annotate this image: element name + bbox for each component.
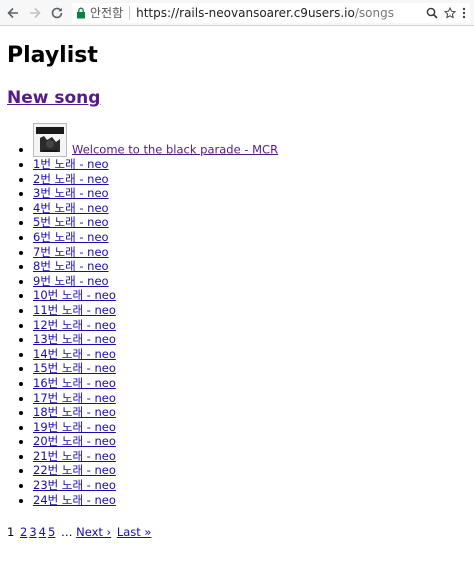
pagination: 1 2345 … Next › Last »: [7, 525, 467, 539]
song-list-item: 4번 노래 - neo: [33, 201, 467, 216]
song-link[interactable]: 18번 노래 - neo: [33, 405, 116, 419]
song-list-item: 1번 노래 - neo: [33, 157, 467, 172]
song-link[interactable]: 12번 노래 - neo: [33, 318, 116, 332]
back-button[interactable]: [2, 2, 24, 24]
song-link[interactable]: 22번 노래 - neo: [33, 463, 116, 477]
song-list-item: 11번 노래 - neo: [33, 303, 467, 318]
song-list-item: 20번 노래 - neo: [33, 434, 467, 449]
song-link[interactable]: 19번 노래 - neo: [33, 420, 116, 434]
forward-button[interactable]: [24, 2, 46, 24]
song-link[interactable]: 6번 노래 - neo: [33, 230, 109, 244]
song-list-item: 15번 노래 - neo: [33, 361, 467, 376]
bookmark-star-icon[interactable]: [444, 6, 456, 19]
pagination-gap: …: [60, 525, 73, 540]
song-list-item: 13번 노래 - neo: [33, 332, 467, 347]
lock-icon: [77, 7, 85, 18]
album-art-image: [33, 123, 67, 157]
pagination-next-link[interactable]: Next ›: [76, 525, 111, 539]
song-list-item: 19번 노래 - neo: [33, 420, 467, 435]
song-list-item: 6번 노래 - neo: [33, 230, 467, 245]
address-bar[interactable]: 안전함 https://rails-neovansoarer.c9users.i…: [72, 2, 470, 23]
pagination-page-link[interactable]: 2: [20, 525, 27, 539]
page-title: Playlist: [7, 43, 98, 68]
song-link[interactable]: 20번 노래 - neo: [33, 434, 116, 448]
song-list-item: 18번 노래 - neo: [33, 405, 467, 420]
song-link[interactable]: 11번 노래 - neo: [33, 303, 116, 317]
forward-arrow-icon: [30, 7, 41, 18]
song-list-item: 24번 노래 - neo: [33, 493, 467, 508]
new-song-heading: New song: [7, 87, 467, 109]
song-link[interactable]: 16번 노래 - neo: [33, 376, 116, 390]
song-list-item: 17번 노래 - neo: [33, 391, 467, 406]
zoom-search-icon[interactable]: [426, 7, 438, 19]
featured-song-item: Welcome to the black parade - MCR: [33, 123, 467, 157]
song-list-item: 8번 노래 - neo: [33, 259, 467, 274]
song-list: Welcome to the black parade - MCR 1번 노래 …: [7, 123, 467, 507]
back-arrow-icon: [7, 7, 18, 18]
song-link[interactable]: 4번 노래 - neo: [33, 201, 109, 215]
album-art-graphic: [34, 124, 66, 156]
reload-icon: [51, 7, 63, 18]
new-song-link[interactable]: New song: [7, 88, 100, 108]
song-list-item: 10번 노래 - neo: [33, 288, 467, 303]
url-text: https://rails-neovansoarer.c9users.io/so…: [136, 6, 394, 20]
song-list-item: 3번 노래 - neo: [33, 186, 467, 201]
pagination-page-link[interactable]: 4: [39, 525, 46, 539]
menu-kebab-icon[interactable]: [462, 7, 466, 19]
song-list-item: 21번 노래 - neo: [33, 449, 467, 464]
song-link[interactable]: 21번 노래 - neo: [33, 449, 116, 463]
browser-toolbar: 안전함 https://rails-neovansoarer.c9users.i…: [0, 0, 474, 26]
song-list-item: 7번 노래 - neo: [33, 245, 467, 260]
song-list-item: 14번 노래 - neo: [33, 347, 467, 362]
song-link[interactable]: 14번 노래 - neo: [33, 347, 116, 361]
pagination-current-page: 1: [7, 525, 15, 540]
pagination-last-link[interactable]: Last »: [117, 525, 152, 539]
song-link[interactable]: 7번 노래 - neo: [33, 245, 109, 259]
song-link[interactable]: 24번 노래 - neo: [33, 493, 116, 507]
song-list-item: 22번 노래 - neo: [33, 463, 467, 478]
song-link[interactable]: 3번 노래 - neo: [33, 186, 109, 200]
song-list-item: 9번 노래 - neo: [33, 274, 467, 289]
url-path: /songs: [354, 5, 394, 20]
song-link[interactable]: 23번 노래 - neo: [33, 478, 116, 492]
song-link[interactable]: 15번 노래 - neo: [33, 361, 116, 375]
featured-song-link[interactable]: Welcome to the black parade - MCR: [72, 142, 278, 156]
address-separator: [129, 5, 131, 20]
secure-label: 안전함: [90, 6, 124, 20]
page-content: Playlist New song Welcome to the black p…: [0, 43, 474, 539]
song-list-item: 2번 노래 - neo: [33, 172, 467, 187]
song-link[interactable]: 1번 노래 - neo: [33, 157, 109, 171]
song-list-item: 16번 노래 - neo: [33, 376, 467, 391]
url-host: https://rails-neovansoarer.c9users.io: [136, 5, 355, 20]
song-link[interactable]: 5번 노래 - neo: [33, 215, 109, 229]
reload-button[interactable]: [46, 2, 68, 24]
song-link[interactable]: 9번 노래 - neo: [33, 274, 109, 288]
song-link[interactable]: 2번 노래 - neo: [33, 172, 109, 186]
song-list-item: 5번 노래 - neo: [33, 215, 467, 230]
pagination-page-link[interactable]: 3: [29, 525, 36, 539]
song-link[interactable]: 17번 노래 - neo: [33, 391, 116, 405]
song-list-item: 12번 노래 - neo: [33, 318, 467, 333]
song-link[interactable]: 8번 노래 - neo: [33, 259, 109, 273]
song-link[interactable]: 13번 노래 - neo: [33, 332, 116, 346]
pagination-page-link[interactable]: 5: [48, 525, 55, 539]
song-link[interactable]: 10번 노래 - neo: [33, 288, 116, 302]
song-list-item: 23번 노래 - neo: [33, 478, 467, 493]
